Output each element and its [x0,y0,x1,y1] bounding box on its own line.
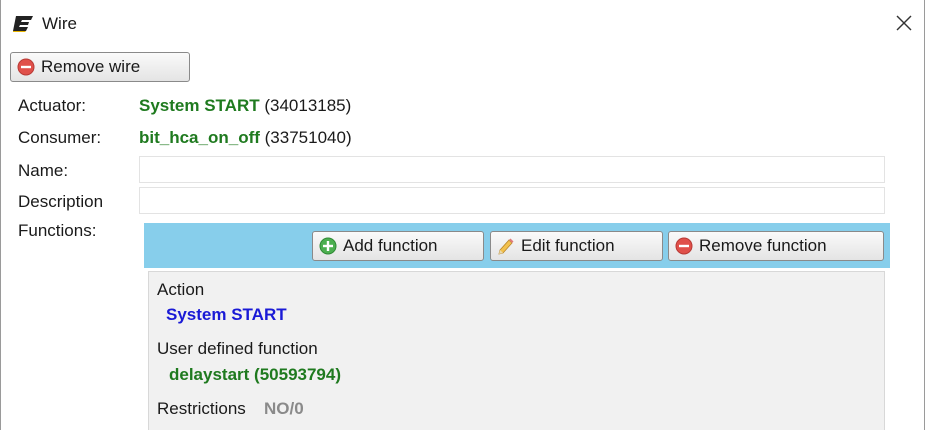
consumer-name[interactable]: bit_hca_on_off [139,128,260,147]
title-bar[interactable]: Wire [1,0,924,44]
name-input[interactable] [139,156,885,183]
functions-toolbar: Add function Edit function Remove functi… [144,223,890,268]
close-button[interactable] [890,10,918,36]
name-label: Name: [18,161,69,180]
remove-function-label: Remove function [699,236,827,255]
udf-value: delaystart (50593794) [169,365,342,384]
app-logo-icon [13,16,33,32]
edit-function-button[interactable]: Edit function [490,231,663,261]
consumer-value: bit_hca_on_off (33751040) [139,128,352,148]
window-title: Wire [42,14,77,33]
function-item[interactable]: Action System START User defined functio… [148,271,885,430]
pencil-icon [498,238,514,255]
wire-dialog: Wire Remove wire Actuator: System START … [0,0,925,430]
restrictions-value: NO/0 [264,399,304,418]
actuator-value: System START (34013185) [139,96,351,116]
action-heading: Action [157,280,205,299]
functions-label: Functions: [18,221,97,240]
restrictions-heading: Restrictions [157,399,246,418]
close-icon [896,15,912,31]
plus-circle-icon [319,237,337,255]
add-function-label: Add function [343,236,438,255]
consumer-label: Consumer: [18,128,102,147]
remove-function-button[interactable]: Remove function [668,231,884,261]
actuator-label: Actuator: [18,96,87,115]
actuator-name[interactable]: System START [139,96,260,115]
description-input[interactable] [139,187,885,214]
consumer-id: (33751040) [264,128,352,147]
remove-wire-button[interactable]: Remove wire [10,52,190,82]
description-label: Description [18,192,104,211]
actuator-id: (34013185) [264,96,352,115]
add-function-button[interactable]: Add function [312,231,484,261]
action-value: System START [166,305,287,324]
minus-circle-icon [675,237,693,255]
remove-wire-label: Remove wire [41,57,141,76]
edit-function-label: Edit function [521,236,615,255]
udf-heading: User defined function [157,339,318,358]
minus-circle-icon [17,58,35,76]
